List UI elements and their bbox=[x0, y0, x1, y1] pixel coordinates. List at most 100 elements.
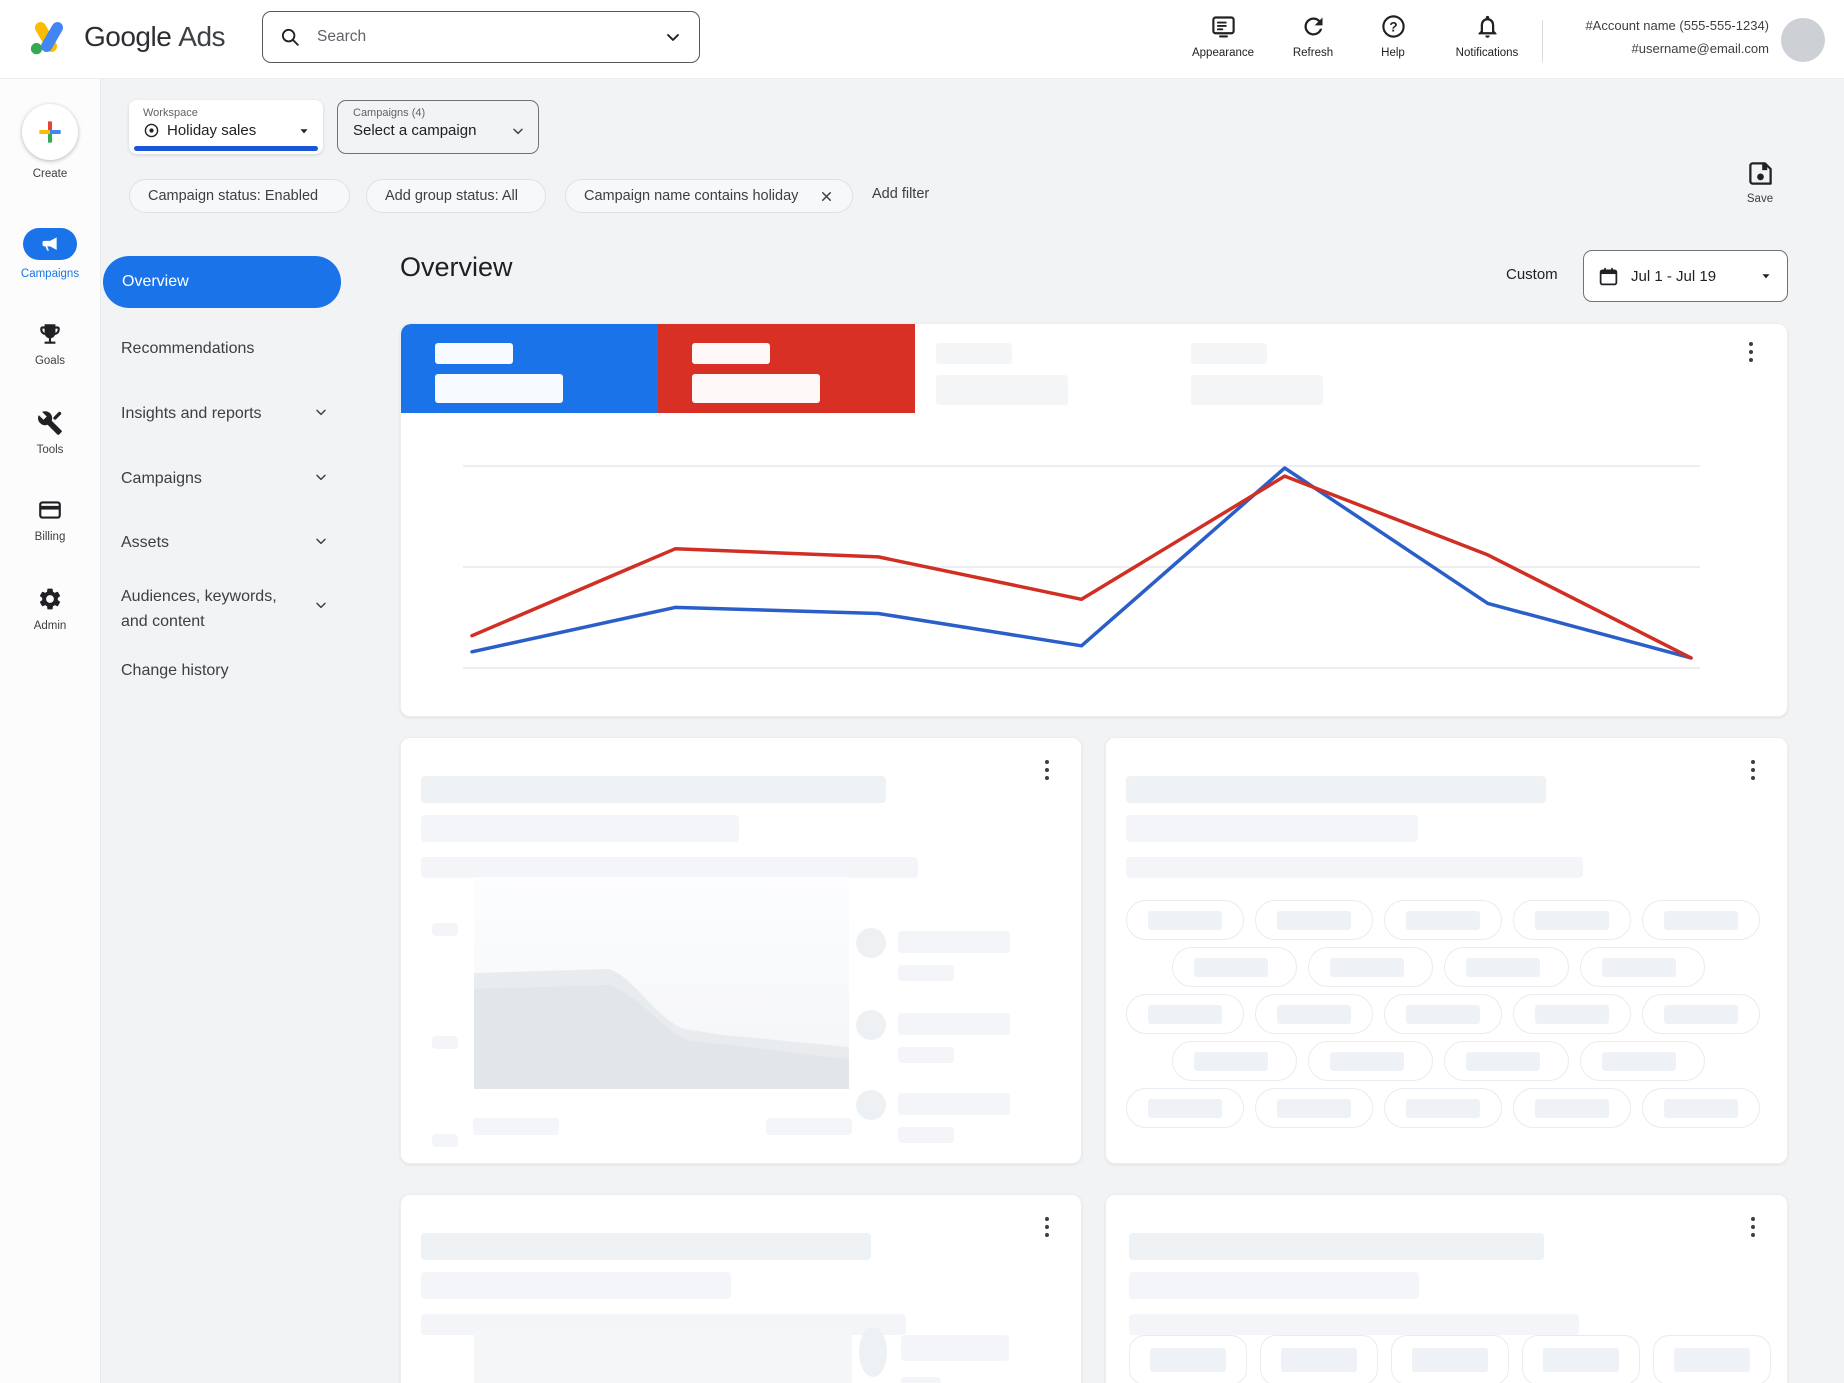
card-menu-button[interactable] bbox=[1041, 1213, 1053, 1241]
card-menu-button[interactable] bbox=[1747, 756, 1759, 784]
top-bar: GoogleAds Appearance Refresh bbox=[0, 0, 1844, 79]
card-menu-button[interactable] bbox=[1745, 338, 1757, 366]
title-placeholder bbox=[1129, 1233, 1544, 1260]
metric-card-red[interactable] bbox=[658, 324, 915, 413]
caret-down-icon bbox=[1759, 269, 1773, 283]
text-placeholder bbox=[421, 857, 918, 878]
chip-row bbox=[1126, 1088, 1760, 1128]
subnav-item-recommendations[interactable]: Recommendations bbox=[121, 337, 345, 362]
workspace-label: Workspace bbox=[143, 107, 311, 119]
placeholder-chip bbox=[1513, 900, 1631, 940]
subnav-item-insights-and-reports[interactable]: Insights and reports bbox=[121, 402, 345, 427]
metric-label-placeholder bbox=[936, 343, 1012, 364]
text-placeholder bbox=[1126, 857, 1583, 878]
subtitle-placeholder bbox=[421, 815, 739, 842]
x-axis-label-placeholder bbox=[766, 1118, 852, 1135]
title-placeholder bbox=[421, 1233, 871, 1260]
sidebar-item-goals[interactable]: Goals bbox=[0, 321, 100, 367]
card-menu-button[interactable] bbox=[1747, 1213, 1759, 1241]
placeholder-chip bbox=[1126, 994, 1244, 1034]
filter-chip-campaign-name[interactable]: Campaign name contains holiday bbox=[565, 179, 853, 213]
calendar-icon bbox=[1598, 266, 1619, 287]
chevron-down-icon[interactable] bbox=[313, 597, 329, 613]
metric-value-placeholder bbox=[936, 375, 1068, 405]
date-range-picker[interactable]: Jul 1 - Jul 19 bbox=[1583, 250, 1788, 302]
subnav-item-overview[interactable]: Overview bbox=[103, 256, 341, 308]
insight-card-chips-2 bbox=[1105, 1194, 1788, 1383]
sidebar-item-campaigns[interactable]: Campaigns bbox=[0, 228, 100, 280]
placeholder-chip bbox=[1580, 947, 1705, 987]
metric-card-empty-1[interactable] bbox=[915, 324, 1175, 413]
chevron-down-icon[interactable] bbox=[663, 27, 683, 47]
chevron-down-icon[interactable] bbox=[313, 533, 329, 549]
credit-card-icon bbox=[37, 497, 63, 523]
chevron-down-icon bbox=[510, 123, 526, 139]
legend-label-placeholder bbox=[898, 1093, 1010, 1115]
axis-label-placeholder bbox=[432, 1036, 458, 1049]
help-icon: ? bbox=[1380, 13, 1407, 40]
avatar[interactable] bbox=[1781, 18, 1825, 62]
add-filter-button[interactable]: Add filter bbox=[872, 186, 929, 202]
create-button[interactable]: Create bbox=[0, 104, 100, 180]
account-email: #username@email.com bbox=[1555, 38, 1769, 61]
search-input[interactable] bbox=[315, 27, 663, 47]
legend-sublabel-placeholder bbox=[898, 1047, 954, 1063]
subnav-item-change-history[interactable]: Change history bbox=[121, 659, 345, 684]
legend-sublabel-placeholder bbox=[898, 1127, 954, 1143]
gear-icon bbox=[37, 586, 63, 612]
subnav-item-assets[interactable]: Assets bbox=[121, 531, 345, 556]
campaign-selector-value: Select a campaign bbox=[353, 122, 503, 139]
filter-chip-campaign-status[interactable]: Campaign status: Enabled bbox=[129, 179, 350, 213]
sidebar-item-billing[interactable]: Billing bbox=[0, 497, 100, 543]
chip-row bbox=[1126, 900, 1760, 940]
placeholder-chip bbox=[1642, 994, 1760, 1034]
placeholder-chip bbox=[1444, 1041, 1569, 1081]
account-info[interactable]: #Account name (555-555-1234) #username@e… bbox=[1555, 15, 1769, 61]
refresh-button[interactable]: Refresh bbox=[1268, 13, 1358, 59]
appearance-button[interactable]: Appearance bbox=[1177, 13, 1269, 59]
placeholder-chip bbox=[1642, 1088, 1760, 1128]
notifications-icon bbox=[1474, 13, 1501, 40]
card-menu-button[interactable] bbox=[1041, 756, 1053, 784]
subtitle-placeholder bbox=[421, 1272, 731, 1299]
subnav-item-campaigns[interactable]: Campaigns bbox=[121, 467, 345, 492]
metric-value-placeholder bbox=[692, 374, 820, 403]
campaign-selector[interactable]: Campaigns (4) Select a campaign bbox=[337, 100, 539, 154]
workspace-value: Holiday sales bbox=[167, 122, 290, 139]
x-axis-label-placeholder bbox=[473, 1118, 559, 1135]
search-bar[interactable] bbox=[262, 11, 700, 63]
insight-card-chart bbox=[400, 737, 1082, 1164]
save-button[interactable]: Save bbox=[1722, 160, 1798, 205]
chip-row bbox=[1172, 947, 1705, 987]
workspace-selector[interactable]: Workspace Holiday sales bbox=[129, 100, 323, 154]
metric-card-empty-2[interactable] bbox=[1175, 324, 1435, 413]
placeholder-chip bbox=[1580, 1041, 1705, 1081]
insight-card-chart-2 bbox=[400, 1194, 1082, 1383]
text-placeholder bbox=[1129, 1314, 1579, 1335]
campaign-selector-label: Campaigns (4) bbox=[353, 107, 526, 119]
metric-card-blue[interactable] bbox=[401, 324, 658, 413]
notifications-button[interactable]: Notifications bbox=[1439, 13, 1535, 59]
subnav-item-audiences-keywords-content[interactable]: Audiences, keywords, and content bbox=[121, 585, 303, 635]
date-mode-label[interactable]: Custom bbox=[1506, 266, 1558, 283]
overview-line-chart bbox=[401, 413, 1788, 717]
help-button[interactable]: ? Help bbox=[1348, 13, 1438, 59]
legend-swatch-placeholder bbox=[859, 1327, 887, 1377]
topbar-divider bbox=[1542, 20, 1543, 62]
chevron-down-icon[interactable] bbox=[313, 404, 329, 420]
placeholder-chip bbox=[1391, 1335, 1509, 1383]
metric-label-placeholder bbox=[1191, 343, 1267, 364]
sidebar-item-tools[interactable]: Tools bbox=[0, 410, 100, 456]
filter-chip-ad-group-status[interactable]: Add group status: All bbox=[366, 179, 546, 213]
legend-swatch-placeholder bbox=[856, 1090, 886, 1120]
placeholder-chip bbox=[1513, 1088, 1631, 1128]
legend-sublabel-placeholder bbox=[898, 965, 954, 981]
placeholder-chip bbox=[1384, 1088, 1502, 1128]
placeholder-chip bbox=[1172, 947, 1297, 987]
close-icon[interactable] bbox=[819, 189, 834, 204]
placeholder-chip bbox=[1126, 1088, 1244, 1128]
chevron-down-icon[interactable] bbox=[313, 469, 329, 485]
placeholder-chip bbox=[1255, 900, 1373, 940]
placeholder-chip bbox=[1255, 1088, 1373, 1128]
sidebar-item-admin[interactable]: Admin bbox=[0, 586, 100, 632]
